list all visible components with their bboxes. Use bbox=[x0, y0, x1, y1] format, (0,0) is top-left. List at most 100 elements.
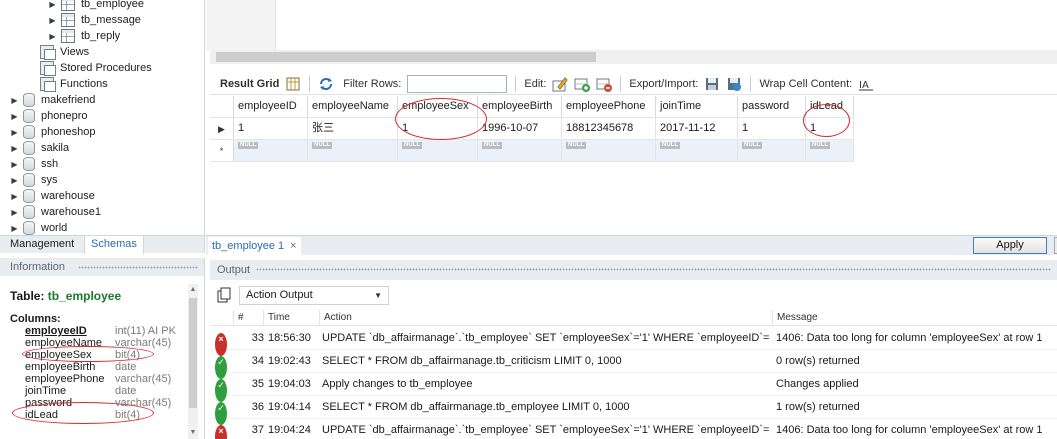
filter-rows-input[interactable] bbox=[407, 74, 508, 93]
expand-arrow-icon[interactable]: ▶ bbox=[10, 108, 19, 124]
tab-schemas[interactable]: Schemas bbox=[84, 236, 144, 254]
grid-cell[interactable]: NULL bbox=[308, 140, 398, 162]
expand-arrow-icon[interactable]: ▶ bbox=[10, 204, 19, 220]
expand-arrow-icon[interactable]: ▶ bbox=[10, 156, 19, 172]
toolbar-separator bbox=[309, 75, 311, 92]
output-row[interactable]: ✓ 36 19:04:14 SELECT * FROM db_affairmanage… bbox=[210, 396, 1057, 425]
table-row[interactable]: ▶ 1 张三 1 1996-10-07 18812345678 2017-11-12 1 1 bbox=[210, 118, 854, 140]
output-type-select[interactable]: Action Output ▼ bbox=[239, 285, 389, 305]
expand-arrow-icon[interactable]: ▶ bbox=[48, 28, 57, 44]
action-column-header[interactable]: Action bbox=[320, 310, 773, 326]
new-row[interactable]: * NULL NULL NULL NULL NULL NULL NULL NULL bbox=[210, 140, 854, 162]
delete-row-icon[interactable] bbox=[596, 76, 613, 92]
add-row-icon[interactable] bbox=[574, 76, 591, 92]
tree-item-label: phonepro bbox=[41, 110, 88, 122]
copy-icon[interactable] bbox=[216, 287, 232, 303]
tree-item-sakila[interactable]: ▶ sakila bbox=[10, 140, 69, 156]
grid-column-header[interactable]: password bbox=[738, 96, 806, 118]
tree-item-world[interactable]: ▶ world bbox=[10, 220, 67, 235]
scroll-up-arrow-icon[interactable]: ▲ bbox=[188, 284, 198, 296]
tab-tb-employee-1[interactable]: tb_employee 1 × bbox=[208, 237, 301, 255]
tree-item-tb-reply[interactable]: ▶ tb_reply bbox=[48, 28, 120, 44]
expand-arrow-icon[interactable]: ▶ bbox=[10, 140, 19, 156]
tree-item-ssh[interactable]: ▶ ssh bbox=[10, 156, 58, 172]
grid-column-header[interactable]: employeeID bbox=[234, 96, 308, 118]
wrap-text-icon[interactable]: IA bbox=[858, 76, 874, 92]
tree-item-makefriend[interactable]: ▶ makefriend bbox=[10, 92, 95, 108]
database-icon bbox=[23, 173, 35, 187]
grid-cell[interactable]: 1996-10-07 bbox=[478, 118, 562, 140]
null-badge: NULL bbox=[238, 142, 258, 149]
folder-icon bbox=[40, 77, 56, 92]
grid-column-header[interactable]: employeeBirth bbox=[478, 96, 562, 118]
tree-item-sys[interactable]: ▶ sys bbox=[10, 172, 58, 188]
null-badge: NULL bbox=[660, 142, 680, 149]
apply-button[interactable]: Apply bbox=[973, 237, 1047, 254]
grid-column-header[interactable]: joinTime bbox=[656, 96, 738, 118]
expand-arrow-icon[interactable]: ▶ bbox=[48, 12, 57, 28]
export-icon[interactable] bbox=[704, 76, 720, 92]
close-icon[interactable]: × bbox=[290, 240, 296, 252]
tree-item-warehouse1[interactable]: ▶ warehouse1 bbox=[10, 204, 101, 220]
grid-cell[interactable]: NULL bbox=[806, 140, 854, 162]
grid-cell[interactable]: 张三 bbox=[308, 118, 398, 140]
grid-cell[interactable]: 1 bbox=[738, 118, 806, 140]
message-column-header[interactable]: Message bbox=[773, 310, 1057, 326]
time-column-header[interactable]: Time bbox=[264, 310, 320, 326]
tree-item-tb-employee[interactable]: ▶ tb_employee bbox=[48, 0, 144, 12]
output-title: Output bbox=[217, 264, 251, 276]
scrollbar-thumb[interactable] bbox=[189, 298, 197, 408]
grid-cell[interactable]: NULL bbox=[656, 140, 738, 162]
output-row[interactable]: × 33 18:56:30 UPDATE `db_affairmanage`.`tb_… bbox=[210, 327, 1057, 356]
sql-editor[interactable] bbox=[206, 0, 1057, 50]
tree-item-phonepro[interactable]: ▶ phonepro bbox=[10, 108, 88, 124]
import-icon[interactable] bbox=[726, 76, 742, 92]
output-row[interactable]: × 37 19:04:24 UPDATE `db_affairmanage`.`tb_… bbox=[210, 419, 1057, 439]
output-row[interactable]: ✓ 34 19:02:43 SELECT * FROM db_affairmanage… bbox=[210, 350, 1057, 379]
table-icon bbox=[61, 13, 75, 27]
grid-view-icon[interactable] bbox=[285, 76, 301, 92]
grid-cell[interactable]: NULL bbox=[562, 140, 656, 162]
output-row[interactable]: ✓ 35 19:04:03 Apply changes to tb_employee C… bbox=[210, 373, 1057, 402]
grid-column-header[interactable]: employeePhone bbox=[562, 96, 656, 118]
grid-cell[interactable]: 2017-11-12 bbox=[656, 118, 738, 140]
expand-arrow-icon[interactable]: ▶ bbox=[10, 92, 19, 108]
row-selector-icon[interactable]: ▶ bbox=[210, 118, 234, 140]
grid-cell[interactable]: NULL bbox=[398, 140, 478, 162]
filter-rows-label: Filter Rows: bbox=[343, 77, 402, 90]
tree-item-views[interactable]: Views bbox=[40, 44, 89, 60]
tree-item-stored-procedures[interactable]: Stored Procedures bbox=[40, 60, 152, 76]
grid-cell[interactable]: 18812345678 bbox=[562, 118, 656, 140]
expand-arrow-icon[interactable]: ▶ bbox=[48, 0, 57, 12]
num-column-header[interactable]: # bbox=[234, 310, 264, 326]
tree-item-label: tb_reply bbox=[81, 30, 121, 42]
database-icon bbox=[23, 125, 35, 139]
table-prefix: Table: bbox=[10, 289, 45, 303]
editor-horizontal-scrollbar[interactable] bbox=[210, 50, 1057, 64]
info-column-name: joinTime bbox=[25, 385, 67, 397]
info-scrollbar[interactable]: ▲ ▼ bbox=[188, 284, 198, 439]
expand-arrow-icon[interactable]: ▶ bbox=[10, 220, 19, 235]
tab-management[interactable]: Management bbox=[4, 236, 80, 254]
grid-column-header[interactable]: employeeName bbox=[308, 96, 398, 118]
tree-item-label: world bbox=[41, 222, 68, 234]
tree-item-functions[interactable]: Functions bbox=[40, 76, 108, 92]
grid-cell[interactable]: NULL bbox=[738, 140, 806, 162]
tree-item-tb-message[interactable]: ▶ tb_message bbox=[48, 12, 141, 28]
refresh-icon[interactable] bbox=[318, 76, 334, 92]
navigator-tabs: Management Schemas bbox=[0, 235, 205, 254]
tree-item-warehouse[interactable]: ▶ warehouse bbox=[10, 188, 95, 204]
tree-item-label: warehouse bbox=[41, 190, 95, 202]
tree-item-phoneshop[interactable]: ▶ phoneshop bbox=[10, 124, 95, 140]
expand-arrow-icon[interactable]: ▶ bbox=[10, 188, 19, 204]
edit-row-icon[interactable] bbox=[552, 76, 569, 92]
null-badge: NULL bbox=[482, 142, 502, 149]
error-icon: × bbox=[215, 425, 227, 439]
grid-cell[interactable]: NULL bbox=[478, 140, 562, 162]
grid-cell[interactable]: 1 bbox=[234, 118, 308, 140]
grid-cell[interactable]: NULL bbox=[234, 140, 308, 162]
scrollbar-thumb[interactable] bbox=[216, 52, 596, 62]
scroll-down-arrow-icon[interactable]: ▼ bbox=[188, 427, 198, 439]
expand-arrow-icon[interactable]: ▶ bbox=[10, 172, 19, 188]
expand-arrow-icon[interactable]: ▶ bbox=[10, 124, 19, 140]
